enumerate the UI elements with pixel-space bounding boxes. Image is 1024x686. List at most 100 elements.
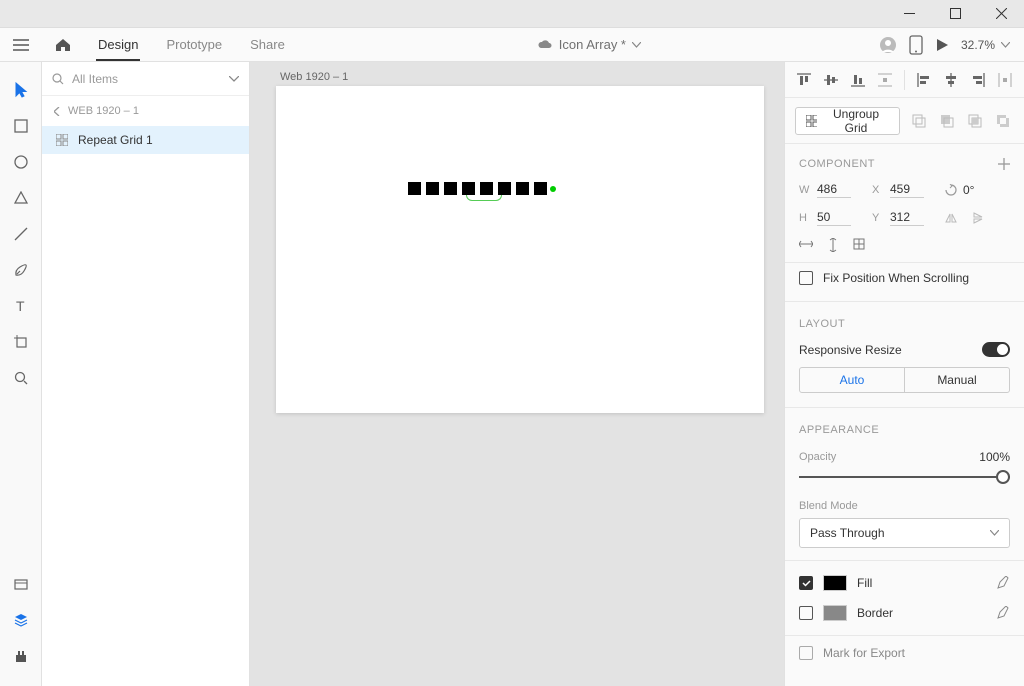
segment-auto[interactable]: Auto (800, 368, 905, 392)
blend-mode-label: Blend Mode (799, 500, 1010, 512)
rectangle-tool[interactable] (0, 108, 42, 144)
line-tool[interactable] (0, 216, 42, 252)
layout-section-header: LAYOUT (799, 318, 1010, 330)
opacity-value: 100% (979, 450, 1010, 464)
x-field[interactable]: X459 (872, 182, 937, 198)
artboard-tool[interactable] (0, 324, 42, 360)
scroll-both-icon[interactable] (853, 238, 865, 250)
layers-search[interactable]: All Items (42, 62, 249, 96)
grid-icon (806, 115, 817, 127)
grid-cell (444, 182, 457, 195)
appearance-section-header: APPEARANCE (799, 424, 1010, 436)
distribute-h-icon[interactable] (994, 69, 1016, 91)
align-bottom-icon[interactable] (847, 69, 869, 91)
window-close-button[interactable] (978, 0, 1024, 28)
tool-rail: T (0, 62, 42, 686)
select-tool[interactable] (0, 72, 42, 108)
fix-position-label: Fix Position When Scrolling (823, 271, 969, 285)
height-field[interactable]: H50 (799, 210, 864, 226)
artboard-label[interactable]: Web 1920 – 1 (280, 71, 348, 83)
mobile-preview-icon[interactable] (909, 35, 923, 55)
zoom-value: 32.7% (961, 38, 995, 52)
align-left-icon[interactable] (913, 69, 935, 91)
add-component-icon[interactable] (998, 158, 1010, 170)
responsive-resize-label: Responsive Resize (799, 343, 902, 357)
boolean-subtract-icon[interactable] (936, 110, 958, 132)
tab-prototype[interactable]: Prototype (152, 28, 236, 61)
ungroup-label: Ungroup Grid (823, 107, 889, 135)
border-color-swatch[interactable] (823, 605, 847, 621)
align-vcenter-icon[interactable] (820, 69, 842, 91)
cloud-icon (537, 39, 553, 51)
align-hcenter-icon[interactable] (940, 69, 962, 91)
canvas[interactable]: Web 1920 – 1 (250, 62, 784, 686)
ellipse-tool[interactable] (0, 144, 42, 180)
search-placeholder: All Items (72, 72, 118, 86)
scroll-v-icon[interactable] (827, 238, 839, 252)
fill-checkbox[interactable] (799, 576, 813, 590)
eyedropper-icon[interactable] (996, 576, 1010, 590)
grid-cell (516, 182, 529, 195)
align-top-icon[interactable] (793, 69, 815, 91)
fill-color-swatch[interactable] (823, 575, 847, 591)
artboard[interactable] (276, 86, 764, 413)
eyedropper-icon[interactable] (996, 606, 1010, 620)
plugins-panel-button[interactable] (0, 638, 42, 674)
ungroup-grid-button[interactable]: Ungroup Grid (795, 107, 900, 135)
responsive-resize-toggle[interactable] (982, 342, 1010, 357)
document-title[interactable]: Icon Array * (299, 37, 879, 52)
distribute-v-icon[interactable] (874, 69, 896, 91)
invite-icon[interactable] (879, 36, 897, 54)
boolean-intersect-icon[interactable] (964, 110, 986, 132)
width-field[interactable]: W486 (799, 182, 864, 198)
polygon-tool[interactable] (0, 180, 42, 216)
pen-tool[interactable] (0, 252, 42, 288)
layer-item-repeat-grid[interactable]: Repeat Grid 1 (42, 126, 249, 154)
tab-share[interactable]: Share (236, 28, 299, 61)
zoom-dropdown[interactable]: 32.7% (961, 38, 1010, 52)
repeat-grid-handle[interactable] (550, 186, 556, 192)
resize-mode-segment[interactable]: Auto Manual (799, 367, 1010, 393)
desktop-preview-icon[interactable] (935, 38, 949, 52)
breadcrumb-text: WEB 1920 – 1 (68, 105, 139, 117)
segment-manual[interactable]: Manual (905, 368, 1009, 392)
boolean-exclude-icon[interactable] (992, 110, 1014, 132)
opacity-slider[interactable] (799, 468, 1010, 486)
export-checkbox[interactable] (799, 646, 813, 660)
component-section-header: COMPONENT (785, 144, 1024, 178)
mark-for-export-row[interactable]: Mark for Export (785, 636, 1024, 670)
border-row: Border (785, 605, 1024, 635)
home-button[interactable] (42, 28, 84, 61)
boolean-add-icon[interactable] (908, 110, 930, 132)
fix-position-row[interactable]: Fix Position When Scrolling (785, 263, 1024, 302)
layers-breadcrumb[interactable]: WEB 1920 – 1 (42, 96, 249, 126)
assets-panel-button[interactable] (0, 566, 42, 602)
align-right-icon[interactable] (967, 69, 989, 91)
flip-buttons[interactable] (945, 210, 1010, 226)
repeat-grid-object[interactable] (408, 182, 547, 195)
chevron-down-icon (632, 42, 641, 48)
y-field[interactable]: Y312 (872, 210, 937, 226)
layers-panel: All Items WEB 1920 – 1 Repeat Grid 1 (42, 62, 250, 686)
rotate-icon (945, 184, 957, 196)
text-tool[interactable]: T (0, 288, 42, 324)
blend-mode-select[interactable]: Pass Through (799, 518, 1010, 548)
fix-position-checkbox[interactable] (799, 271, 813, 285)
document-title-text: Icon Array * (559, 37, 626, 52)
layers-panel-button[interactable] (0, 602, 42, 638)
svg-text:T: T (16, 299, 25, 313)
rotation-field[interactable]: 0° (945, 182, 1010, 198)
border-checkbox[interactable] (799, 606, 813, 620)
scroll-h-icon[interactable] (799, 238, 813, 250)
window-minimize-button[interactable] (886, 0, 932, 28)
hamburger-menu-button[interactable] (0, 28, 42, 61)
grid-cell (462, 182, 475, 195)
zoom-tool[interactable] (0, 360, 42, 396)
grid-cell (534, 182, 547, 195)
window-maximize-button[interactable] (932, 0, 978, 28)
grid-cell (480, 182, 493, 195)
chevron-down-icon (990, 530, 999, 536)
tab-design[interactable]: Design (84, 28, 152, 61)
window-titlebar (0, 0, 1024, 28)
transform-section: W486 X459 0° H50 Y312 (785, 178, 1024, 263)
